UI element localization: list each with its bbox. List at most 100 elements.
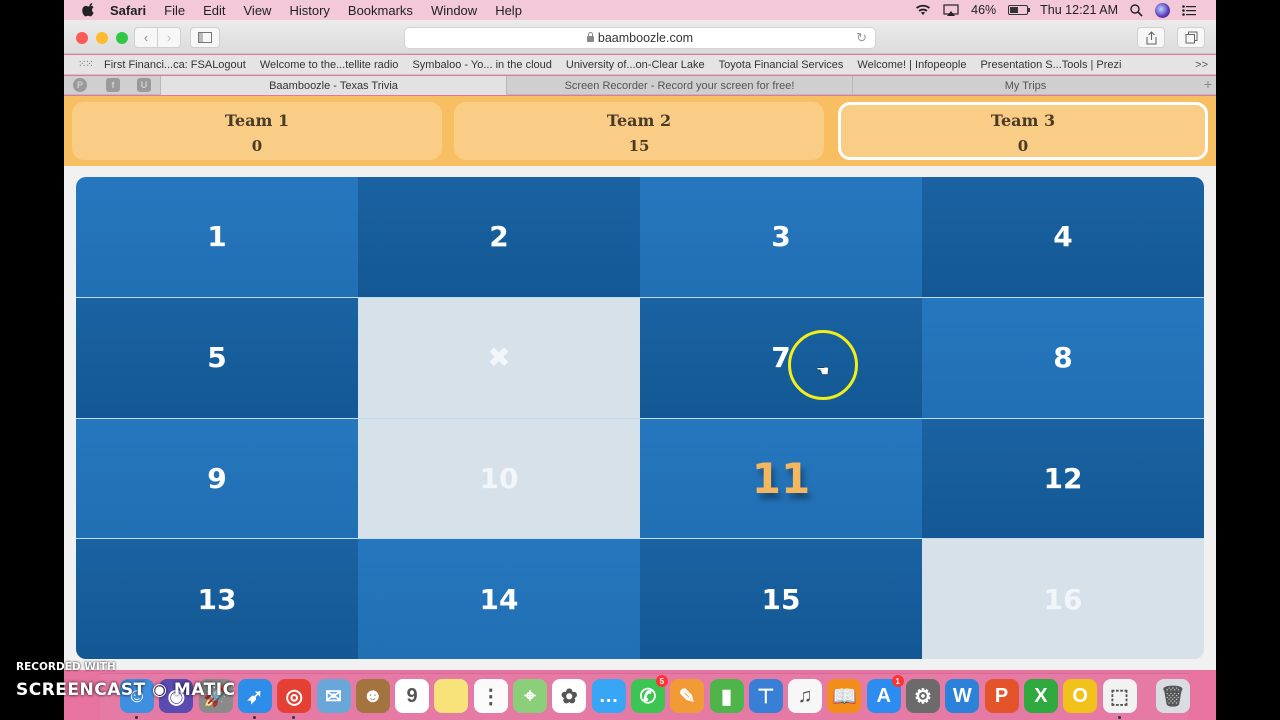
dock-ibooks-icon[interactable]: 📖 — [827, 679, 862, 713]
minimize-window-button[interactable] — [96, 32, 108, 44]
board-tile[interactable]: 12 — [922, 418, 1204, 539]
airplay-icon[interactable] — [943, 3, 959, 17]
siri-glyph: ◉ — [167, 685, 186, 708]
bookmark-item[interactable]: First Financi...ca: FSALogout — [104, 59, 246, 71]
top-sites-grid-icon[interactable]: ⁙⁙ — [78, 59, 94, 70]
board-tile[interactable]: 13 — [76, 539, 358, 659]
pinned-tab-pinterest-icon[interactable]: P — [73, 78, 87, 92]
dock-outlook-icon[interactable]: O — [1063, 679, 1098, 713]
tabs-overview-icon — [1185, 31, 1197, 44]
more-bookmarks-chevron-icon[interactable]: >> — [1195, 59, 1208, 71]
board-tile[interactable]: 5 — [76, 297, 358, 418]
back-button[interactable]: ‹ — [134, 27, 158, 48]
notification-badge: 5 — [655, 675, 668, 687]
dock-word-icon[interactable]: W — [945, 679, 980, 713]
pages-glyph: ✎ — [678, 685, 696, 708]
board-tile[interactable]: 15 — [640, 539, 922, 659]
tab-baamboozle[interactable]: Baamboozle - Texas Trivia — [160, 76, 506, 95]
dock-photos-icon[interactable]: ✿ — [552, 679, 587, 713]
show-tabs-button[interactable] — [1177, 27, 1205, 48]
board-tile[interactable]: 9 — [76, 418, 358, 539]
board-tile[interactable]: 7 — [640, 297, 922, 418]
bookmark-item[interactable]: Symbaloo - Yo... in the cloud — [412, 59, 551, 71]
dock-safari-icon[interactable]: ➶ — [237, 679, 272, 719]
board-tile[interactable]: 1 — [76, 177, 358, 297]
zoom-window-button[interactable] — [116, 32, 128, 44]
menu-help[interactable]: Help — [495, 3, 522, 18]
board-tile-used[interactable]: 10 — [358, 418, 640, 539]
team-card-1[interactable]: Team 1 0 — [72, 102, 442, 160]
dock-keynote-icon[interactable]: ⊤ — [748, 679, 783, 713]
dock-finder-icon[interactable]: ☺ — [120, 679, 154, 719]
board-tile-used[interactable]: ✖ — [358, 297, 640, 418]
dock-numbers-icon[interactable]: ▮ — [709, 679, 744, 713]
pinned-tab-u-icon[interactable]: U — [137, 78, 151, 92]
dock-screenshot-icon[interactable]: ⬚ — [1102, 679, 1137, 719]
bookmark-item[interactable]: Toyota Financial Services — [719, 59, 844, 71]
bookmark-item[interactable]: Presentation S...Tools | Prezi — [980, 59, 1121, 71]
close-window-button[interactable] — [76, 32, 88, 44]
ibooks-glyph: 📖 — [831, 685, 857, 708]
clock[interactable]: Thu 12:21 AM — [1040, 3, 1118, 17]
keynote-glyph: ⊤ — [757, 685, 775, 708]
dock-siri-icon[interactable]: ◉ — [159, 679, 194, 713]
dock-chrome-icon[interactable]: ◎ — [277, 679, 312, 719]
new-tab-plus-icon[interactable]: + — [1204, 76, 1212, 92]
menu-safari[interactable]: Safari — [110, 3, 146, 18]
tile-number: 12 — [1043, 461, 1083, 495]
board-tile[interactable]: 3 — [640, 177, 922, 297]
board-tile[interactable]: 8 — [922, 297, 1204, 418]
board-tile[interactable]: 4 — [922, 177, 1204, 297]
battery-icon[interactable] — [1008, 5, 1031, 15]
notification-center-icon[interactable] — [1182, 4, 1196, 16]
siri-icon[interactable] — [1155, 2, 1170, 18]
dock-trash-icon[interactable]: 🗑 — [1155, 679, 1190, 713]
running-indicator — [252, 716, 256, 719]
dock-notes-icon[interactable] — [434, 679, 469, 713]
dock-reminders-icon[interactable]: ⋮ — [473, 679, 508, 713]
menu-window[interactable]: Window — [431, 3, 477, 18]
dock-messages-icon[interactable]: … — [591, 679, 626, 713]
dock-app-store-icon[interactable]: A1 — [866, 675, 904, 713]
running-indicator — [135, 716, 138, 719]
menu-edit[interactable]: Edit — [203, 3, 225, 18]
dock-launchpad-icon[interactable]: 🚀 — [198, 679, 233, 713]
reload-icon[interactable]: ↻ — [856, 30, 867, 46]
tab-label: Baamboozle - Texas Trivia — [269, 79, 398, 92]
spotlight-search-icon[interactable] — [1130, 3, 1143, 17]
outlook-glyph: O — [1072, 684, 1088, 707]
bookmark-item[interactable]: University of...on-Clear Lake — [566, 59, 705, 71]
forward-button[interactable]: › — [157, 27, 181, 48]
bookmark-item[interactable]: Welcome! | Infopeople — [857, 59, 966, 71]
dock-maps-icon[interactable]: ⌖ — [513, 679, 547, 713]
menu-view[interactable]: View — [244, 3, 272, 18]
pinned-tab-facebook-icon[interactable]: f — [106, 78, 120, 92]
board-tile[interactable]: 11 — [640, 418, 922, 539]
share-button[interactable] — [1137, 27, 1165, 48]
dock-pages-icon[interactable]: ✎ — [670, 679, 705, 713]
menu-history[interactable]: History — [289, 3, 329, 18]
dock-calendar-icon[interactable]: 9 — [395, 679, 430, 713]
team-card-3-active[interactable]: Team 3 0 — [838, 102, 1208, 160]
dock-itunes-icon[interactable]: ♫ — [788, 679, 823, 713]
board-tile[interactable]: 14 — [358, 539, 640, 659]
bookmark-item[interactable]: Welcome to the...tellite radio — [260, 59, 399, 71]
wifi-icon[interactable] — [915, 4, 931, 16]
dock-excel-icon[interactable]: X — [1023, 679, 1058, 713]
board-tile[interactable]: 2 — [358, 177, 640, 297]
dock-contacts-icon[interactable]: ☻ — [355, 679, 390, 713]
dock-powerpoint-icon[interactable]: P — [984, 679, 1019, 713]
dock-mail-icon[interactable]: ✉ — [316, 679, 351, 713]
finder-glyph: ☺ — [126, 684, 148, 707]
board-tile-used[interactable]: 16 — [922, 539, 1204, 659]
menu-file[interactable]: File — [164, 3, 185, 18]
apple-icon[interactable] — [82, 3, 96, 17]
tab-my-trips[interactable]: My Trips — [852, 76, 1198, 95]
team-card-2[interactable]: Team 2 15 — [454, 102, 824, 160]
sidebar-button[interactable] — [190, 27, 220, 48]
tab-screen-recorder[interactable]: Screen Recorder - Record your screen for… — [506, 76, 852, 95]
dock-facetime-icon[interactable]: ✆ 5 — [630, 675, 668, 713]
address-bar[interactable]: baamboozle.com ↻ — [404, 27, 876, 49]
dock-system-preferences-icon[interactable]: ⚙ — [906, 679, 940, 713]
menu-bookmarks[interactable]: Bookmarks — [348, 3, 413, 18]
